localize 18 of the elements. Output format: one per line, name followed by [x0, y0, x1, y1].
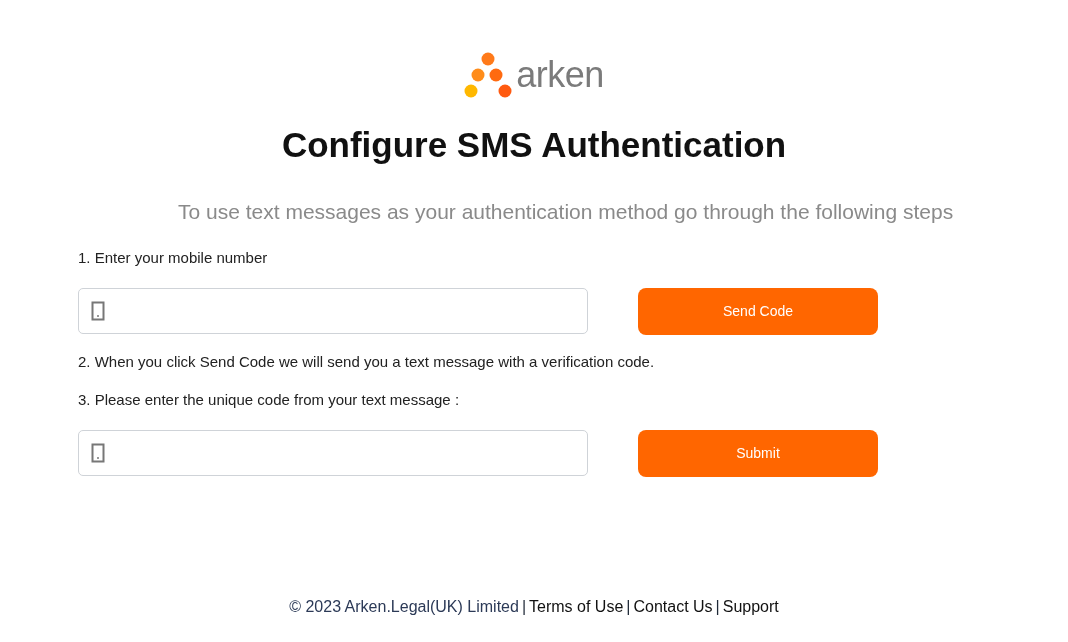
separator: |: [626, 596, 631, 617]
separator: |: [715, 596, 720, 617]
page-title: Configure SMS Authentication: [280, 124, 788, 166]
step-label: 3. Please enter the unique code from your text message :: [78, 390, 461, 410]
phone-icon: [91, 443, 105, 463]
phone-icon: [91, 301, 105, 321]
separator: |: [521, 596, 527, 617]
copyright-text: © 2023 Arken.Legal(UK) Limited: [289, 596, 519, 617]
footer-link[interactable]: Support: [722, 594, 779, 619]
input-field[interactable]: [78, 430, 588, 476]
step-label: 2. When you click Send Code we will send you a text message with a verification code.: [78, 351, 656, 372]
subtitle: To use text messages as your authentication method go through the following steps: [178, 198, 955, 225]
footer-link[interactable]: Terms of Use: [529, 594, 624, 619]
step-label: 1. Enter your mobile number: [78, 248, 269, 268]
logo-text: arken: [516, 57, 604, 93]
input-field[interactable]: [78, 288, 588, 334]
footer-link[interactable]: Contact Us: [633, 594, 713, 619]
logo-icon: [464, 52, 513, 98]
